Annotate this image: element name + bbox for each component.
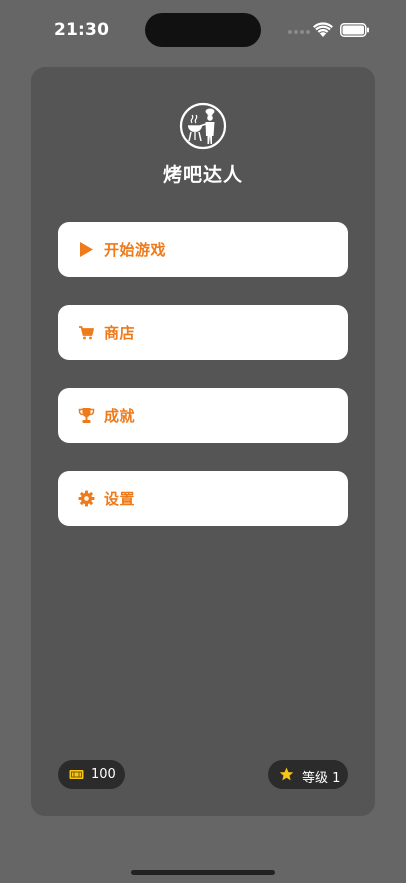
wifi-icon [313, 22, 333, 37]
achievements-button[interactable]: 成就 [58, 388, 348, 443]
status-time: 21:30 [54, 20, 110, 40]
level-badge: 等级 1 [268, 760, 348, 789]
shop-button[interactable]: 商店 [58, 305, 348, 360]
settings-label: 设置 [104, 490, 136, 508]
cellular-signal-icon [288, 30, 310, 34]
dynamic-island [145, 13, 261, 47]
trophy-icon [78, 408, 95, 423]
battery-icon [340, 23, 369, 37]
level-value: 等级 1 [302, 771, 341, 786]
status-bar: 21:30 [0, 0, 406, 60]
achievements-label: 成就 [104, 407, 136, 425]
ticket-icon [69, 770, 84, 779]
start-game-label: 开始游戏 [104, 241, 167, 259]
play-icon [80, 242, 93, 257]
home-indicator[interactable] [131, 870, 275, 875]
settings-button[interactable]: 设置 [58, 471, 348, 526]
star-icon [279, 767, 294, 781]
app-title: 烤吧达人 [162, 164, 243, 186]
coins-value: 100 [91, 767, 116, 782]
gear-icon [78, 490, 95, 507]
cart-icon [79, 326, 94, 340]
bbq-chef-icon [179, 102, 227, 150]
coins-badge: 100 [58, 760, 125, 789]
shop-label: 商店 [104, 324, 136, 342]
main-menu-card: 烤吧达人 开始游戏 商店 成就 设置 100 等级 1 [31, 67, 375, 816]
start-game-button[interactable]: 开始游戏 [58, 222, 348, 277]
